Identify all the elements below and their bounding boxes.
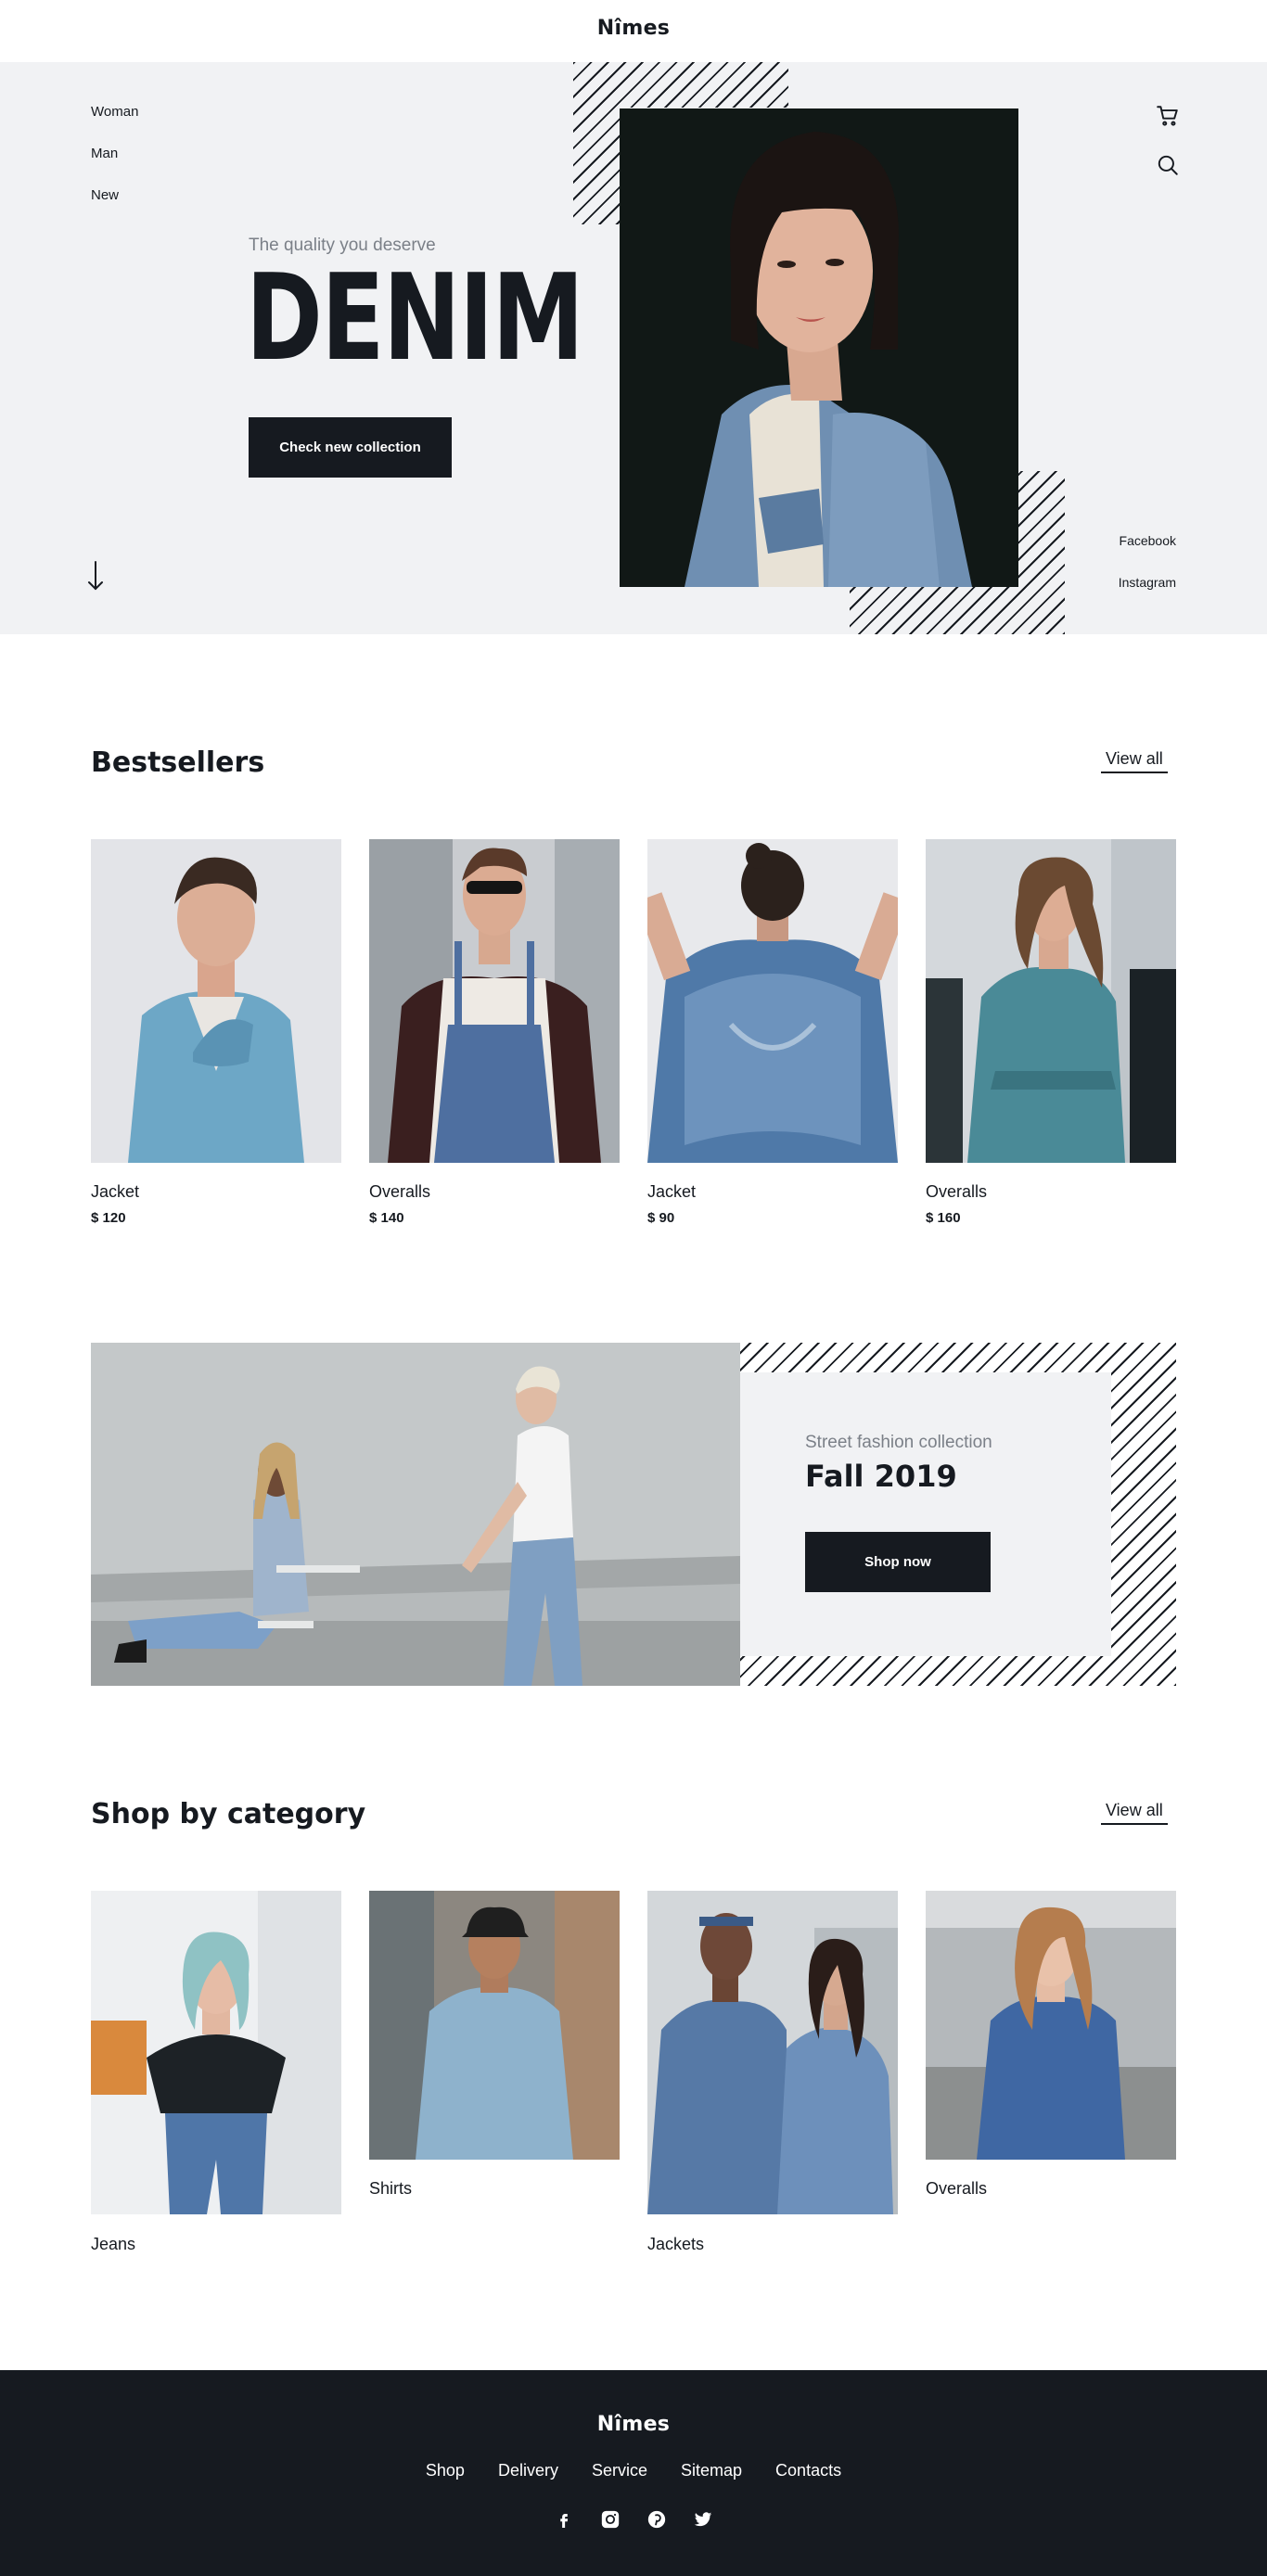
categories-view-all-link[interactable]: View all — [1101, 1801, 1168, 1825]
category-image-overalls[interactable] — [926, 1891, 1176, 2160]
hero-image — [620, 108, 1018, 587]
twitter-icon[interactable] — [690, 2506, 716, 2532]
product-image-overalls-2[interactable] — [926, 839, 1176, 1163]
category-image-jeans[interactable] — [91, 1891, 341, 2214]
product-name[interactable]: Overalls — [926, 1182, 987, 1202]
product-name[interactable]: Overalls — [369, 1182, 430, 1202]
product-image-overalls-1[interactable] — [369, 839, 620, 1163]
category-image-jackets[interactable] — [647, 1891, 898, 2214]
product-image-jacket-1[interactable] — [91, 839, 341, 1163]
footer-link-shop[interactable]: Shop — [426, 2461, 465, 2480]
nav-new[interactable]: New — [91, 187, 119, 203]
logo[interactable]: Nîmes — [0, 17, 1267, 40]
footer-link-delivery[interactable]: Delivery — [498, 2461, 558, 2480]
category-name[interactable]: Overalls — [926, 2179, 987, 2199]
search-icon[interactable] — [1156, 153, 1180, 177]
instagram-link[interactable]: Instagram — [1065, 575, 1176, 590]
instagram-icon[interactable] — [597, 2506, 623, 2532]
promo-image — [91, 1343, 740, 1686]
footer-nav: Shop Delivery Service Sitemap Contacts — [0, 2461, 1267, 2480]
footer-link-service[interactable]: Service — [592, 2461, 647, 2480]
product-price: $ 160 — [926, 1210, 961, 1226]
hero-title: DENIM — [246, 249, 584, 388]
promo-title: Fall 2019 — [805, 1459, 957, 1494]
product-price: $ 90 — [647, 1210, 675, 1226]
product-price: $ 120 — [91, 1210, 126, 1226]
promo-box — [740, 1372, 1111, 1656]
product-name[interactable]: Jacket — [647, 1182, 696, 1202]
pinterest-icon[interactable] — [644, 2506, 670, 2532]
facebook-link[interactable]: Facebook — [1065, 533, 1176, 548]
cart-icon[interactable] — [1156, 104, 1180, 128]
footer-logo[interactable]: Nîmes — [0, 2413, 1267, 2436]
footer-link-contacts[interactable]: Contacts — [775, 2461, 841, 2480]
footer-link-sitemap[interactable]: Sitemap — [681, 2461, 742, 2480]
category-name[interactable]: Jackets — [647, 2235, 704, 2254]
top-bar: Nîmes — [0, 0, 1267, 62]
categories-title: Shop by category — [91, 1798, 366, 1830]
check-collection-button[interactable]: Check new collection — [249, 417, 452, 478]
nav-man[interactable]: Man — [91, 146, 118, 161]
footer-social — [0, 2506, 1267, 2532]
promo-subtitle: Street fashion collection — [805, 1433, 992, 1452]
category-image-shirts[interactable] — [369, 1891, 620, 2160]
category-name[interactable]: Jeans — [91, 2235, 135, 2254]
shop-now-button[interactable]: Shop now — [805, 1532, 991, 1592]
arrow-down-icon[interactable] — [85, 560, 106, 592]
product-price: $ 140 — [369, 1210, 404, 1226]
nav-woman[interactable]: Woman — [91, 104, 138, 120]
product-image-jacket-2[interactable] — [647, 839, 898, 1163]
bestsellers-view-all-link[interactable]: View all — [1101, 749, 1168, 773]
product-name[interactable]: Jacket — [91, 1182, 139, 1202]
facebook-icon[interactable] — [551, 2506, 577, 2532]
category-name[interactable]: Shirts — [369, 2179, 412, 2199]
bestsellers-title: Bestsellers — [91, 746, 265, 779]
